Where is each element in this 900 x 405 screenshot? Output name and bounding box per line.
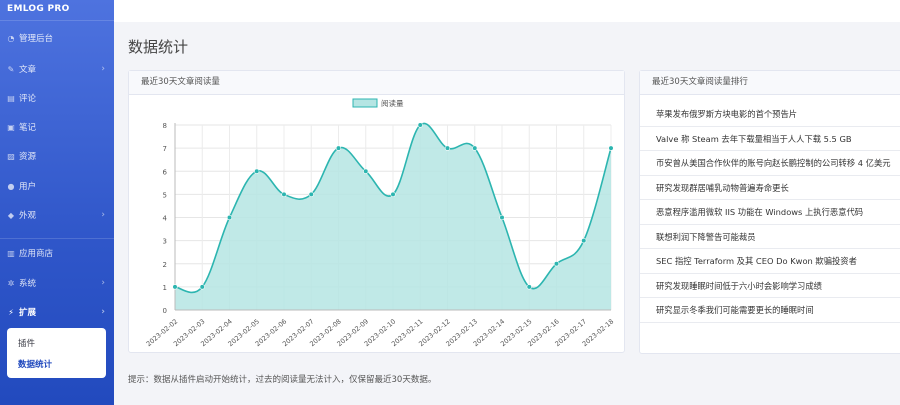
brush-icon: ◆ xyxy=(7,210,15,220)
chart-card: 最近30天文章阅读量 0 1 2 3 4 5 6 7 8 2023-02-02 2023-02-03… xyxy=(128,70,625,353)
sidebar-item-5[interactable]: ● 用户 xyxy=(0,174,114,198)
data-point xyxy=(608,145,614,151)
user-icon: ● xyxy=(7,181,15,191)
data-point xyxy=(390,191,396,197)
sidebar-item-6[interactable]: ◆ 外观 › xyxy=(0,203,114,227)
brand-divider xyxy=(0,20,114,21)
topbar xyxy=(114,0,900,22)
sidebar-item-label: 应用商店 xyxy=(19,249,54,259)
y-tick-label: 1 xyxy=(163,284,167,292)
y-tick-label: 5 xyxy=(163,191,167,199)
submenu-item-stats[interactable]: 数据统计 xyxy=(18,358,52,370)
ranking-item[interactable]: 联想利润下降警告可能裁员 xyxy=(640,225,900,249)
sidebar-item-1[interactable]: ✎ 文章 › xyxy=(0,57,114,81)
chevron-right-icon: › xyxy=(101,278,105,288)
ranking-card-title: 最近30天文章阅读量排行 xyxy=(640,71,900,95)
ranking-item[interactable]: 研究显示冬季我们可能需要更长的睡眠时间 xyxy=(640,298,900,323)
y-tick-label: 8 xyxy=(163,122,167,130)
chevron-right-icon: › xyxy=(101,210,105,220)
sidebar-item-2[interactable]: ▤ 评论 xyxy=(0,86,114,110)
data-point xyxy=(499,214,505,221)
chevron-right-icon: › xyxy=(101,307,105,317)
ranking-item[interactable]: SEC 指控 Terraform 及其 CEO Do Kwon 欺骗投资者 xyxy=(640,249,900,274)
sidebar-item-label: 文章 xyxy=(19,65,37,75)
sidebar-item-9[interactable]: ⚡ 扩展 › xyxy=(0,300,114,324)
y-tick-label: 6 xyxy=(163,168,168,176)
data-point xyxy=(417,122,423,128)
pencil-icon: ✎ xyxy=(7,64,15,74)
sidebar-item-3[interactable]: ▣ 笔记 xyxy=(0,115,114,139)
reading-chart: 0123456782023-02-022023-02-032023-02-042… xyxy=(145,98,616,348)
data-point xyxy=(281,191,287,197)
extension-submenu: 插件 数据统计 xyxy=(7,328,106,378)
page-title: 数据统计 xyxy=(128,38,189,56)
ranking-item[interactable]: Valve 称 Steam 去年下载量相当于人人下载 5.5 GB xyxy=(640,127,900,151)
gear-icon: ✲ xyxy=(7,278,15,288)
chevron-right-icon: › xyxy=(101,64,105,74)
data-point xyxy=(581,238,587,244)
sidebar-item-label: 资源 xyxy=(19,152,37,162)
sidebar-item-label: 系统 xyxy=(19,279,37,289)
sidebar-item-label: 扩展 xyxy=(19,308,37,318)
sidebar-item-label: 用户 xyxy=(19,182,37,192)
data-point xyxy=(172,284,178,290)
sidebar-item-0[interactable]: ◔ 管理后台 xyxy=(0,26,114,50)
sidebar: EMLOG PRO ◔ 管理后台 ✎ 文章 › ▤ 评论 ▣ 笔记 ▨ 资源 ● 用户 ◆ 外观 › ▥ 应用商店… xyxy=(0,0,114,405)
sidebar-item-7[interactable]: ▥ 应用商店 xyxy=(0,241,114,265)
image-icon: ▨ xyxy=(7,151,15,161)
ranking-item[interactable]: 币安曾从美国合作伙伴的账号向赵长鹏控制的公司转移 4 亿美元 xyxy=(640,151,900,176)
data-point xyxy=(444,145,451,151)
comment-icon: ▤ xyxy=(7,93,15,103)
ranking-item[interactable]: 研究发现群居哺乳动物普遍寿命更长 xyxy=(640,176,900,200)
plug-icon: ⚡ xyxy=(8,307,14,317)
dashboard-icon: ◔ xyxy=(7,33,15,43)
sidebar-item-4[interactable]: ▨ 资源 xyxy=(0,144,114,168)
sidebar-item-label: 笔记 xyxy=(19,123,37,133)
hint-text: 提示：数据从插件启动开始统计，过去的阅读量无法计入，仅保留最近30天数据。 xyxy=(128,375,437,385)
data-point xyxy=(226,214,233,221)
ranking-item[interactable]: 恶意程序滥用微软 IIS 功能在 Windows 上执行恶意代码 xyxy=(640,200,900,225)
data-point xyxy=(526,284,532,290)
store-icon: ▥ xyxy=(7,248,15,258)
sidebar-item-8[interactable]: ✲ 系统 › xyxy=(0,271,114,295)
note-icon: ▣ xyxy=(7,122,15,132)
submenu-item-plugins[interactable]: 插件 xyxy=(18,337,35,349)
nav-divider xyxy=(0,238,114,239)
y-tick-label: 4 xyxy=(163,215,168,223)
ranking-item[interactable]: 苹果发布俄罗斯方块电影的首个预告片 xyxy=(640,102,900,127)
y-tick-label: 2 xyxy=(163,261,167,269)
data-point xyxy=(335,145,342,151)
chart-card-title: 最近30天文章阅读量 xyxy=(129,71,624,95)
ranking-card: 最近30天文章阅读量排行 苹果发布俄罗斯方块电影的首个预告片 Valve 称 St… xyxy=(639,70,900,354)
brand-logo: EMLOG PRO xyxy=(7,4,70,14)
data-point xyxy=(199,284,205,290)
legend-swatch xyxy=(352,98,378,108)
data-point xyxy=(308,191,314,197)
data-point xyxy=(254,168,260,174)
y-tick-label: 0 xyxy=(163,307,167,315)
y-tick-label: 7 xyxy=(163,145,167,153)
y-tick-label: 3 xyxy=(163,238,167,246)
legend-label: 阅读量 xyxy=(381,98,404,108)
data-point xyxy=(363,168,369,174)
data-point xyxy=(472,145,478,151)
ranking-item[interactable]: 研究发现睡眠时间低于六小时会影响学习成绩 xyxy=(640,274,900,298)
sidebar-item-label: 评论 xyxy=(19,94,37,104)
sidebar-item-label: 外观 xyxy=(19,211,37,221)
sidebar-item-label: 管理后台 xyxy=(19,34,54,44)
data-point xyxy=(553,261,560,267)
